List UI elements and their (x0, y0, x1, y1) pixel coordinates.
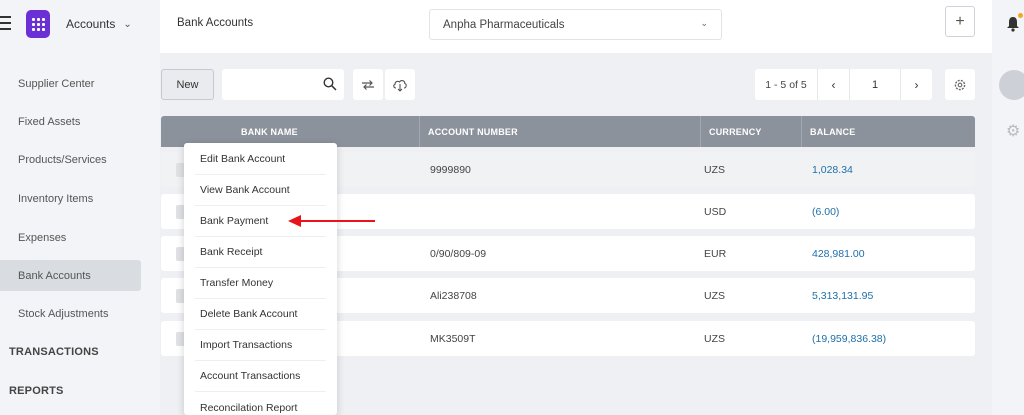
new-button[interactable]: New (161, 69, 214, 100)
refresh-button[interactable] (353, 69, 383, 100)
module-label: Accounts (66, 17, 116, 31)
sidebar-item-fixed-assets[interactable]: Fixed Assets (0, 106, 141, 137)
menu-item-bank-receipt[interactable]: Bank Receipt (195, 237, 326, 268)
company-dropdown[interactable]: Anpha Pharmaceuticals ⌄ (429, 9, 722, 40)
next-page-button[interactable]: › (901, 69, 932, 100)
menu-item-view-bank-account[interactable]: View Bank Account (195, 175, 326, 206)
add-button[interactable]: + (945, 6, 975, 37)
sidebar-item-inventory-items[interactable]: Inventory Items (0, 183, 141, 214)
right-rail (992, 0, 1024, 415)
currency-cell: UZS (704, 163, 725, 176)
sidebar-item-supplier-center[interactable]: Supplier Center (0, 68, 141, 99)
app-logo[interactable] (26, 10, 50, 38)
column-header-account-number[interactable]: ACCOUNT NUMBER (419, 116, 518, 147)
sidebar-section-reports[interactable]: REPORTS (9, 385, 64, 397)
menu-item-transfer-money[interactable]: Transfer Money (195, 268, 326, 299)
sidebar-item-expenses[interactable]: Expenses (0, 222, 141, 253)
currency-cell: USD (704, 205, 727, 218)
balance-cell: (19,959,836.38) (812, 332, 887, 345)
page-count: 1 - 5 of 5 (755, 69, 818, 100)
gear-icon[interactable]: ⚙ (1006, 121, 1020, 141)
row-context-menu: Edit Bank Account View Bank Account Bank… (184, 143, 337, 415)
pagination: 1 - 5 of 5 ‹ 1 › (755, 69, 932, 100)
menu-item-account-transactions[interactable]: Account Transactions (195, 361, 326, 392)
search-box (222, 69, 344, 100)
chevron-down-icon: ⌄ (123, 18, 132, 30)
prev-page-button[interactable]: ‹ (818, 69, 849, 100)
sidebar-item-bank-accounts[interactable]: Bank Accounts (0, 260, 141, 291)
hamburger-menu-icon[interactable] (0, 16, 12, 34)
balance-cell: 428,981.00 (812, 247, 865, 260)
sidebar-item-stock-adjustments[interactable]: Stock Adjustments (0, 298, 141, 329)
balance-cell: (6.00) (812, 205, 840, 218)
notification-dot (1018, 13, 1023, 18)
table-settings-button[interactable] (945, 69, 975, 100)
sidebar-item-products-services[interactable]: Products/Services (0, 144, 141, 175)
menu-item-import-transactions[interactable]: Import Transactions (195, 330, 326, 361)
currency-cell: EUR (704, 247, 727, 260)
sidebar-section-transactions[interactable]: TRANSACTIONS (9, 346, 99, 358)
chevron-down-icon: ⌄ (700, 18, 708, 28)
cloud-download-icon (393, 79, 407, 92)
bell-icon[interactable] (1006, 16, 1020, 32)
balance-cell: 1,028.34 (812, 163, 853, 176)
account-number-cell: 9999890 (430, 163, 471, 176)
account-number-cell: MK3509T (430, 332, 476, 345)
search-input[interactable] (228, 69, 323, 98)
menu-item-edit-bank-account[interactable]: Edit Bank Account (195, 144, 326, 175)
column-header-currency[interactable]: CURRENCY (700, 116, 762, 147)
currency-cell: UZS (704, 289, 725, 302)
annotation-arrow (288, 215, 375, 227)
page-title: Bank Accounts (177, 17, 254, 29)
account-number-cell: Ali238708 (430, 289, 477, 302)
top-bar: Accounts ⌄ Bank Accounts Anpha Pharmaceu… (0, 0, 1024, 53)
column-header-balance[interactable]: BALANCE (801, 116, 855, 147)
swap-arrows-icon (362, 79, 374, 90)
company-label: Anpha Pharmaceuticals (443, 18, 565, 31)
menu-item-reconcilation-report[interactable]: Reconcilation Report (195, 392, 326, 415)
module-dropdown[interactable]: Accounts ⌄ (66, 17, 132, 31)
chevron-left-icon: ‹ (831, 77, 836, 92)
currency-cell: UZS (704, 332, 725, 345)
download-button[interactable] (385, 69, 415, 100)
plus-icon: + (955, 12, 965, 30)
menu-item-delete-bank-account[interactable]: Delete Bank Account (195, 299, 326, 330)
search-icon[interactable] (323, 77, 337, 91)
avatar[interactable] (999, 70, 1024, 100)
account-number-cell: 0/90/809-09 (430, 247, 487, 260)
balance-cell: 5,313,131.95 (812, 289, 874, 302)
chevron-right-icon: › (914, 77, 919, 92)
gear-icon (954, 79, 966, 90)
current-page-input[interactable]: 1 (849, 69, 901, 100)
